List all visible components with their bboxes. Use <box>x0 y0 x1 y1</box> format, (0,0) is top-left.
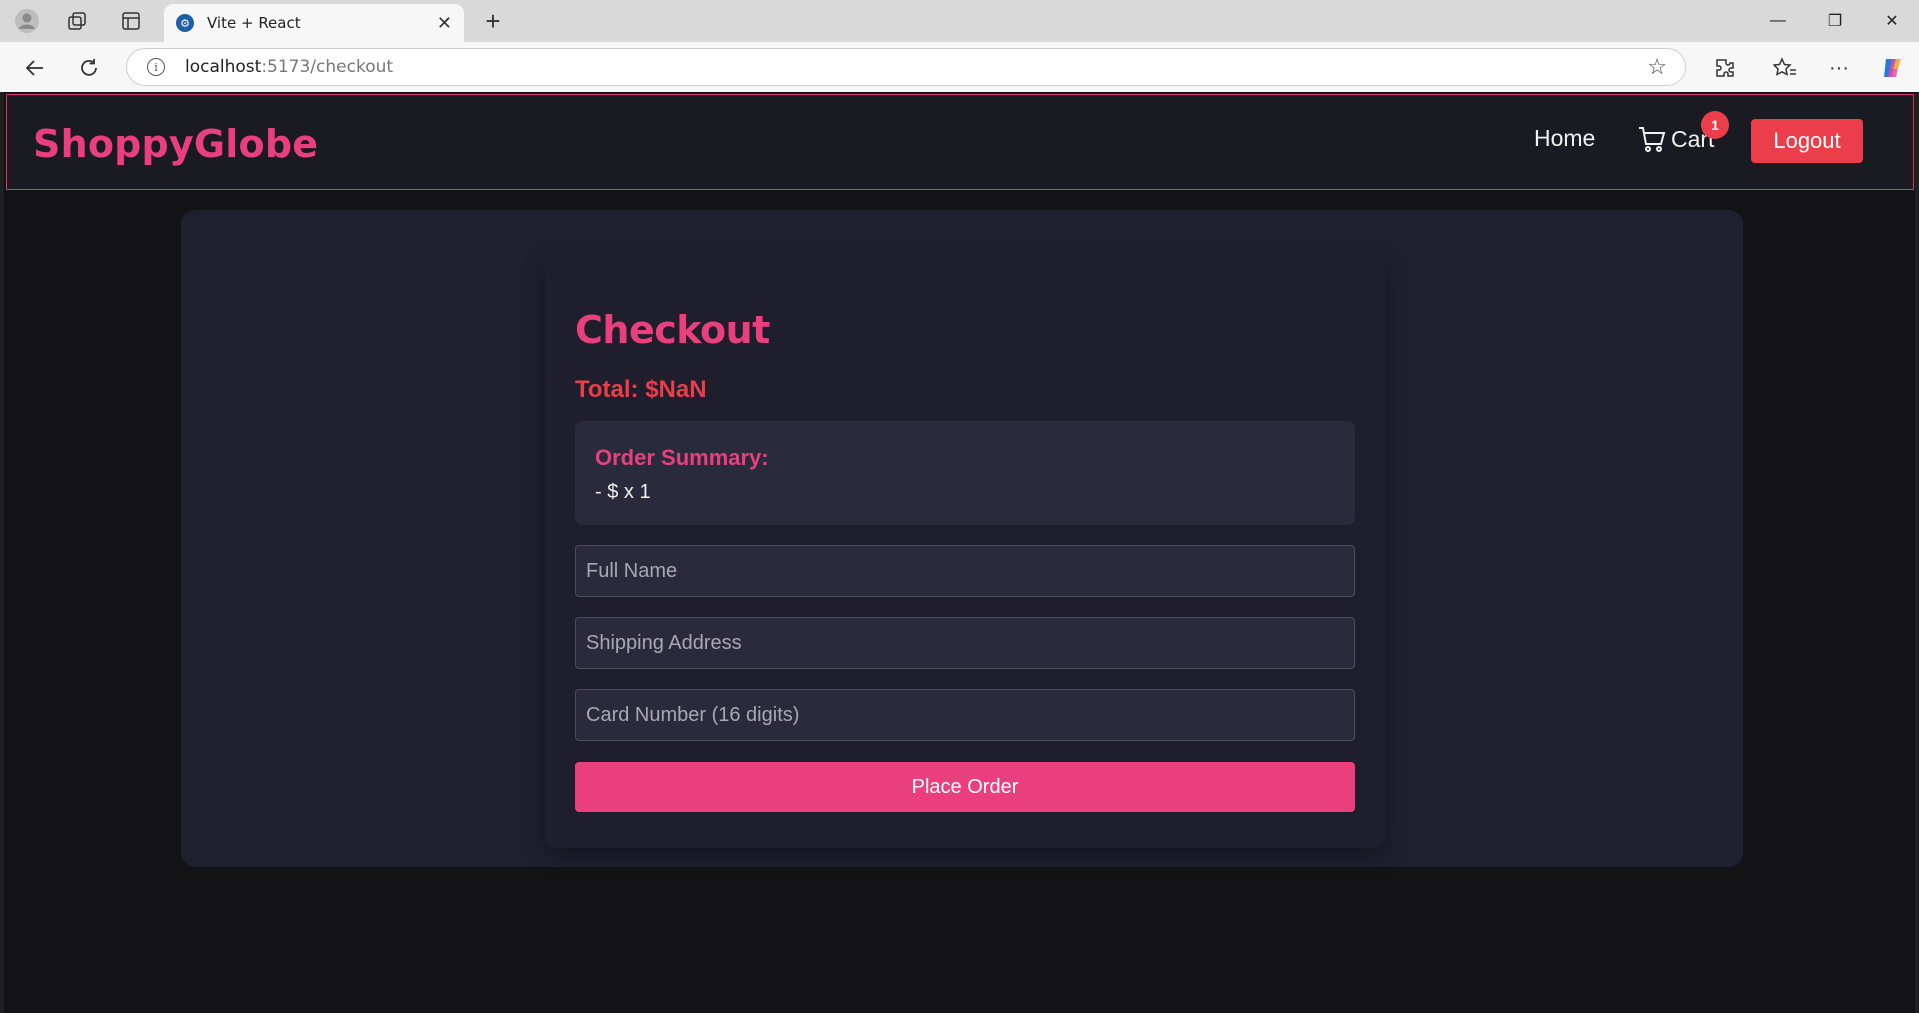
nav-home-link[interactable]: Home <box>1534 125 1595 152</box>
logout-button[interactable]: Logout <box>1751 119 1863 163</box>
favorites-icon[interactable] <box>1768 51 1802 85</box>
checkout-card: Checkout Total: $NaN Order Summary: - $ … <box>545 258 1385 848</box>
reload-button[interactable] <box>72 51 106 85</box>
full-name-input[interactable] <box>575 545 1355 597</box>
restore-button[interactable]: ❐ <box>1812 6 1858 36</box>
order-summary-title: Order Summary: <box>595 445 769 470</box>
back-button[interactable] <box>18 51 52 85</box>
close-window-button[interactable]: ✕ <box>1869 6 1915 36</box>
order-total: Total: $NaN <box>575 376 707 403</box>
more-menu-icon[interactable]: ··· <box>1822 51 1856 85</box>
content-panel: Checkout Total: $NaN Order Summary: - $ … <box>181 210 1743 867</box>
favorite-star-icon[interactable]: ☆ <box>1647 54 1667 80</box>
browser-tabstrip: ⚙ Vite + React ✕ + — ❐ ✕ <box>0 0 1919 42</box>
site-header: ShoppyGlobe Home Cart 1 Logout <box>6 94 1914 190</box>
address-bar[interactable]: i localhost:5173/checkout ☆ <box>126 48 1686 86</box>
cart-count-badge: 1 <box>1701 111 1729 139</box>
card-number-input[interactable] <box>575 689 1355 741</box>
url-host: localhost <box>185 57 262 77</box>
extensions-icon[interactable] <box>1708 51 1742 85</box>
shipping-address-input[interactable] <box>575 617 1355 669</box>
site-favicon-icon: ⚙ <box>176 14 194 32</box>
profile-icon[interactable] <box>8 8 46 34</box>
workspaces-icon[interactable] <box>58 8 96 34</box>
copilot-icon[interactable] <box>1876 51 1910 85</box>
tab-actions-icon[interactable] <box>112 8 150 34</box>
browser-toolbar: i localhost:5173/checkout ☆ ··· <box>0 42 1919 92</box>
minimize-button[interactable]: — <box>1755 6 1801 36</box>
browser-tab-active[interactable]: ⚙ Vite + React ✕ <box>164 4 464 42</box>
place-order-button[interactable]: Place Order <box>575 762 1355 812</box>
tab-title: Vite + React <box>207 14 301 32</box>
url-path: :5173/checkout <box>261 57 394 77</box>
brand-logo[interactable]: ShoppyGlobe <box>33 122 318 166</box>
page-viewport: ShoppyGlobe Home Cart 1 Logout Checkout … <box>4 92 1915 1013</box>
order-summary: Order Summary: - $ x 1 <box>575 421 1355 525</box>
cart-icon <box>1639 127 1666 152</box>
site-info-icon[interactable]: i <box>147 58 165 76</box>
new-tab-button[interactable]: + <box>478 6 508 36</box>
page-title: Checkout <box>575 308 770 352</box>
order-summary-item: - $ x 1 <box>595 481 651 503</box>
tab-close-icon[interactable]: ✕ <box>437 13 452 34</box>
